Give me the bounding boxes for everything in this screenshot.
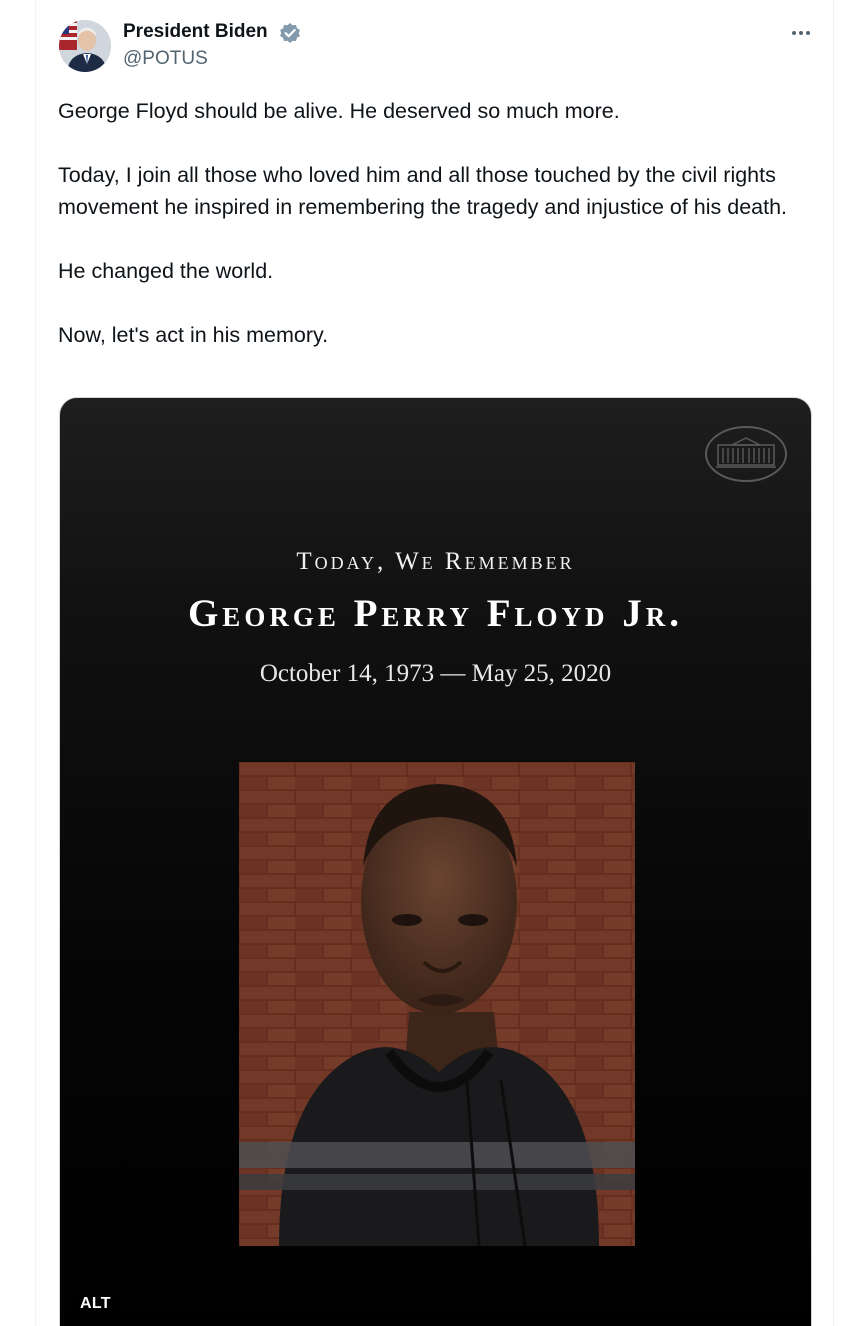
memorial-name: George Perry Floyd Jr. xyxy=(187,592,684,635)
tweet-paragraph: He changed the world. xyxy=(58,259,274,283)
tweet-card[interactable]: President Biden @POTUS George Floyd shou… xyxy=(35,0,834,1326)
tweet-paragraph: Today, I join all those who loved him an… xyxy=(58,163,788,219)
author-handle[interactable]: @POTUS xyxy=(123,48,208,70)
avatar-image xyxy=(59,20,111,72)
tweet-text: George Floyd should be alive. He deserve… xyxy=(58,95,818,351)
tweet-paragraph: Now, let's act in his memory. xyxy=(58,323,329,347)
portrait-image xyxy=(239,762,635,1246)
tweet-paragraph: George Floyd should be alive. He deserve… xyxy=(58,99,620,123)
memorial-heading: Today, We Remember xyxy=(296,548,575,575)
memorial-dates: October 14, 1973 — May 25, 2020 xyxy=(259,660,612,687)
more-options-icon[interactable] xyxy=(788,22,814,44)
tweet-media-image[interactable]: Today, We Remember George Perry Floyd Jr… xyxy=(59,397,812,1326)
author-avatar[interactable] xyxy=(59,20,111,72)
verified-badge-icon xyxy=(280,23,300,43)
white-house-seal-icon xyxy=(705,426,787,482)
page: President Biden @POTUS George Floyd shou… xyxy=(0,0,856,1326)
portrait-photo xyxy=(239,762,635,1246)
alt-text-button[interactable]: ALT xyxy=(72,1292,119,1316)
author-name[interactable]: President Biden xyxy=(123,21,268,43)
